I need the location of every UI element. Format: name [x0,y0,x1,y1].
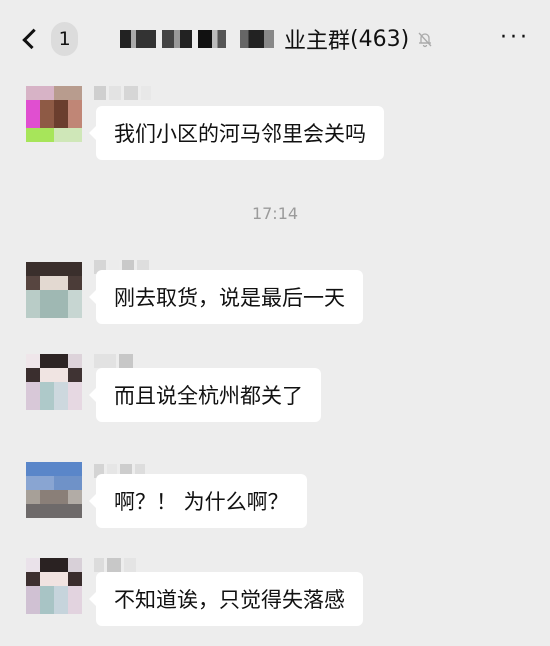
message-bubble[interactable]: 刚去取货，说是最后一天 [89,270,363,324]
avatar[interactable] [26,262,82,318]
pixelated-name [240,30,274,48]
chat-title[interactable]: 业主群 (463) [120,22,435,56]
timestamp: 17:14 [251,204,299,223]
message-bubble[interactable]: 我们小区的河马邻里会关吗 [89,106,384,160]
message-bubble[interactable]: 不知道诶，只觉得失落感 [89,572,363,626]
back-button[interactable]: 1 [20,22,78,56]
chat-header: 1 业主群 (463) ··· [0,0,550,72]
message-bubble[interactable]: 啊？！ 为什么啊？ [89,474,307,528]
message-bubble[interactable]: 而且说全杭州都关了 [89,368,321,422]
avatar[interactable] [26,86,82,142]
sender-name [94,86,151,100]
avatar[interactable] [26,558,82,614]
pixelated-name [198,30,226,48]
message-list[interactable]: 我们小区的河马邻里会关吗 17:14 刚去取货，说是最后一天 而且说全杭州都关了… [0,72,550,646]
member-count: (463) [350,26,410,52]
pixelated-name [120,30,156,48]
pixelated-name [162,30,192,48]
group-name: 业主群 [284,29,351,54]
unread-count-badge: 1 [51,22,78,56]
more-options-button[interactable]: ··· [500,27,530,49]
sender-name [94,354,133,368]
avatar[interactable] [26,462,82,518]
sender-name [94,558,136,572]
avatar[interactable] [26,354,82,410]
chevron-left-icon [22,28,43,50]
bell-slash-icon [418,32,432,48]
